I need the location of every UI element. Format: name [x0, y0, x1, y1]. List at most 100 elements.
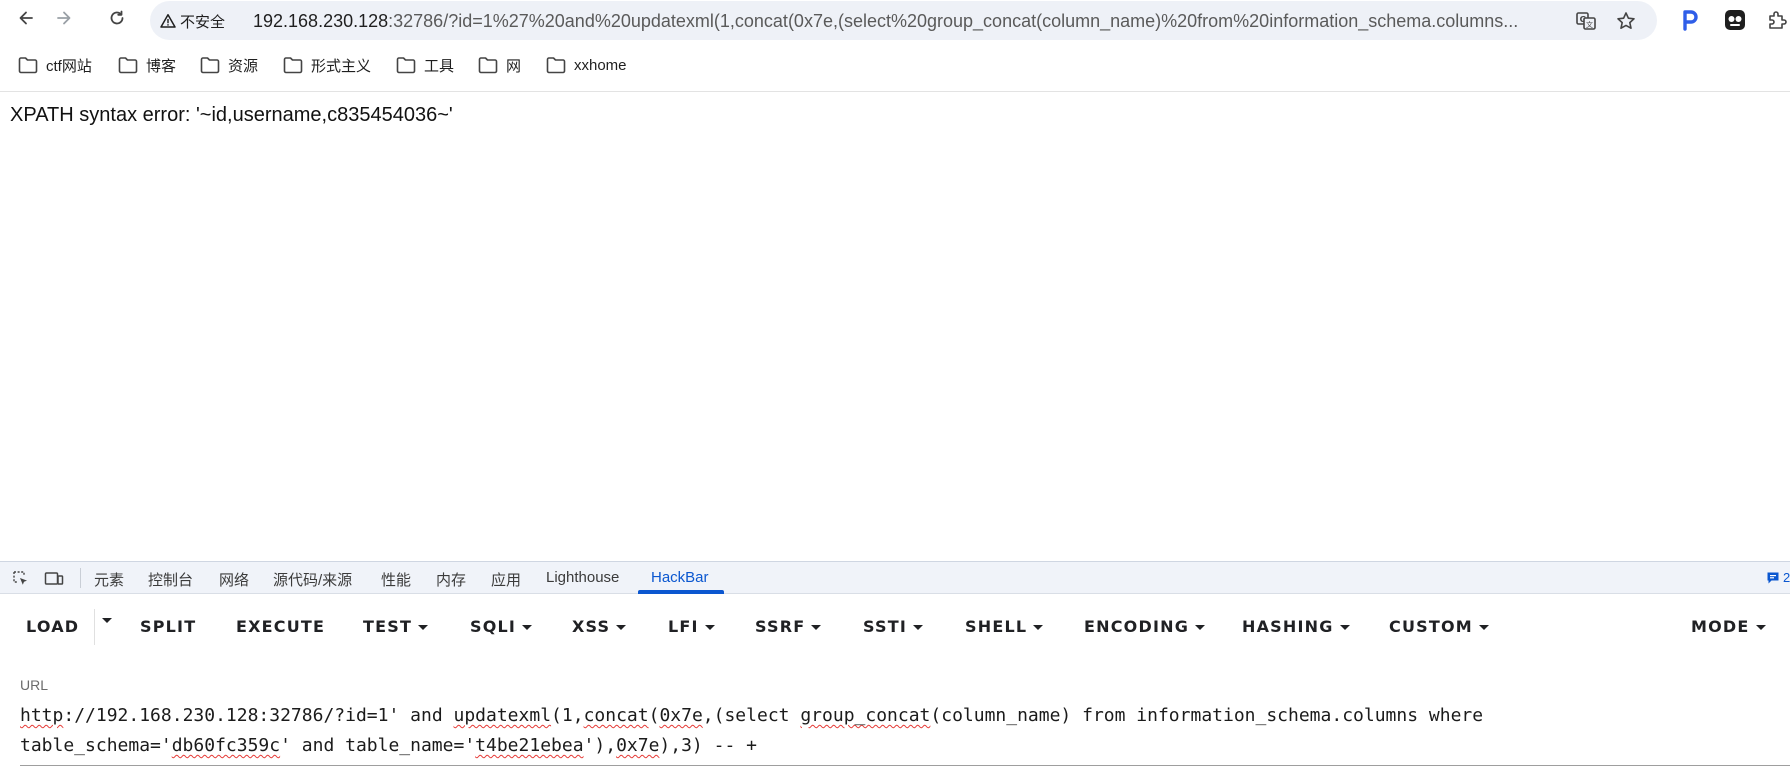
test-menu-button[interactable]: TEST	[363, 617, 429, 636]
tab-sources[interactable]: 源代码/来源	[273, 569, 352, 590]
forward-button[interactable]	[50, 4, 78, 32]
url-part: ' and table_name='	[280, 735, 476, 756]
mode-menu-button[interactable]: MODE	[1691, 617, 1766, 636]
folder-icon	[396, 57, 416, 74]
bookmark-folder[interactable]: ctf网站	[18, 54, 92, 76]
bookmarks-bar: ctf网站 博客 资源 形式主义 工具 网 xxhome	[0, 46, 1790, 86]
bookmark-label: 工具	[424, 57, 455, 75]
tab-memory[interactable]: 内存	[436, 569, 466, 590]
bookmark-label: 网	[506, 57, 522, 75]
tab-network[interactable]: 网络	[219, 569, 249, 590]
folder-icon	[478, 57, 498, 74]
puzzle-icon	[1769, 11, 1787, 29]
issues-counter[interactable]: 2	[1766, 570, 1790, 585]
bookmark-label: 资源	[228, 57, 259, 75]
security-label: 不安全	[180, 13, 226, 31]
translate-icon: G文	[1576, 12, 1596, 30]
tab-hackbar[interactable]: HackBar	[651, 569, 709, 586]
page-error-message: XPATH syntax error: '~id,username,c83545…	[10, 104, 453, 126]
extension-p-button[interactable]	[1677, 7, 1703, 33]
devtools-panel: 元素 控制台 网络 源代码/来源 性能 内存 应用 Lighthouse Hac…	[0, 561, 1790, 771]
ssrf-label: SSRF	[755, 617, 806, 636]
caret-down-icon	[1033, 624, 1044, 630]
message-icon	[1767, 572, 1779, 583]
encoding-menu-button[interactable]: ENCODING	[1084, 617, 1206, 636]
folder-icon	[283, 57, 303, 74]
caret-down-icon	[522, 624, 533, 630]
p-logo-icon	[1683, 10, 1698, 31]
tab-lighthouse[interactable]: Lighthouse	[546, 569, 619, 586]
bookmark-star-button[interactable]	[1614, 9, 1638, 33]
shell-menu-button[interactable]: SHELL	[965, 617, 1044, 636]
url-path: :32786/?id=1%27%20and%20updatexml(1,conc…	[388, 11, 1519, 31]
folder-icon	[118, 57, 138, 74]
extensions-button[interactable]	[1764, 7, 1790, 33]
hackbar-url-input[interactable]: http://192.168.230.128:32786/?id=1' and …	[20, 701, 1790, 761]
reload-icon	[110, 10, 124, 25]
bookmark-folder[interactable]: 博客	[118, 54, 176, 76]
url-part: ://192.168.230.128:32786/?id=1' and	[63, 705, 454, 726]
url-part: db60fc359c	[171, 735, 281, 756]
security-indicator[interactable]: 不安全	[160, 10, 225, 32]
caret-down-icon	[418, 624, 429, 630]
load-label: LOAD	[26, 617, 80, 636]
url-part: ,(select	[702, 705, 801, 726]
custom-label: CUSTOM	[1389, 617, 1473, 636]
bookmark-label: ctf网站	[46, 57, 92, 75]
url-host: 192.168.230.128	[253, 11, 389, 31]
caret-down-icon	[1339, 624, 1350, 630]
ssti-menu-button[interactable]: SSTI	[863, 617, 923, 636]
load-button[interactable]: LOAD	[26, 617, 79, 636]
extension-mask-button[interactable]	[1722, 7, 1748, 33]
address-bar[interactable]: 不安全 192.168.230.128:32786/?id=1%27%20and…	[150, 1, 1657, 40]
bookmark-label: 形式主义	[311, 57, 372, 75]
url-text[interactable]: 192.168.230.128:32786/?id=1%27%20and%20u…	[253, 10, 1558, 32]
sqli-label: SQLI	[470, 617, 517, 636]
bookmark-folder[interactable]: 工具	[396, 54, 454, 76]
tab-application[interactable]: 应用	[491, 569, 521, 590]
url-part: http	[20, 705, 64, 726]
load-dropdown-button[interactable]	[102, 617, 112, 623]
tab-console[interactable]: 控制台	[148, 569, 193, 590]
bookmark-label: 博客	[146, 57, 177, 75]
caret-down-icon	[811, 624, 822, 630]
bookmark-folder[interactable]: 资源	[200, 54, 258, 76]
tab-elements[interactable]: 元素	[94, 569, 124, 590]
warning-triangle-icon	[160, 14, 176, 28]
arrow-right-icon	[57, 11, 71, 25]
xss-menu-button[interactable]: XSS	[572, 617, 627, 636]
hashing-menu-button[interactable]: HASHING	[1242, 617, 1350, 636]
execute-button[interactable]: EXECUTE	[236, 617, 325, 636]
bookmark-folder[interactable]: 形式主义	[283, 54, 371, 76]
load-split-divider	[94, 609, 95, 645]
custom-menu-button[interactable]: CUSTOM	[1389, 617, 1489, 636]
url-part: t4be21ebea	[475, 735, 584, 756]
back-button[interactable]	[12, 4, 40, 32]
translate-button[interactable]: G文	[1574, 9, 1598, 33]
inspect-cursor-icon	[13, 571, 27, 585]
caret-down-icon	[102, 618, 112, 623]
url-part: (1,	[551, 705, 584, 726]
sqli-menu-button[interactable]: SQLI	[470, 617, 533, 636]
hackbar-toolbar: LOAD SPLIT EXECUTE TEST SQLI XSS LFI SSR…	[0, 595, 1790, 655]
svg-text:文: 文	[1586, 20, 1593, 29]
issues-count: 2	[1783, 570, 1790, 585]
bookmark-folder[interactable]: xxhome	[546, 54, 627, 76]
test-label: TEST	[363, 617, 413, 636]
url-part: '),	[583, 735, 617, 756]
browser-toolbar: 不安全 192.168.230.128:32786/?id=1%27%20and…	[0, 0, 1790, 40]
tab-performance[interactable]: 性能	[381, 569, 411, 590]
caret-down-icon	[616, 624, 627, 630]
reload-button[interactable]	[103, 4, 131, 32]
lfi-menu-button[interactable]: LFI	[668, 617, 715, 636]
bookmark-label: xxhome	[574, 56, 627, 74]
ssrf-menu-button[interactable]: SSRF	[755, 617, 822, 636]
bookmark-folder[interactable]: 网	[478, 54, 521, 76]
url-part: (	[648, 705, 660, 726]
inspect-element-button[interactable]	[11, 569, 31, 589]
split-button[interactable]: SPLIT	[140, 617, 196, 636]
url-part: 0x7e	[659, 705, 703, 726]
caret-down-icon	[1478, 624, 1489, 630]
device-toolbar-button[interactable]	[44, 569, 64, 589]
shell-label: SHELL	[965, 617, 1028, 636]
